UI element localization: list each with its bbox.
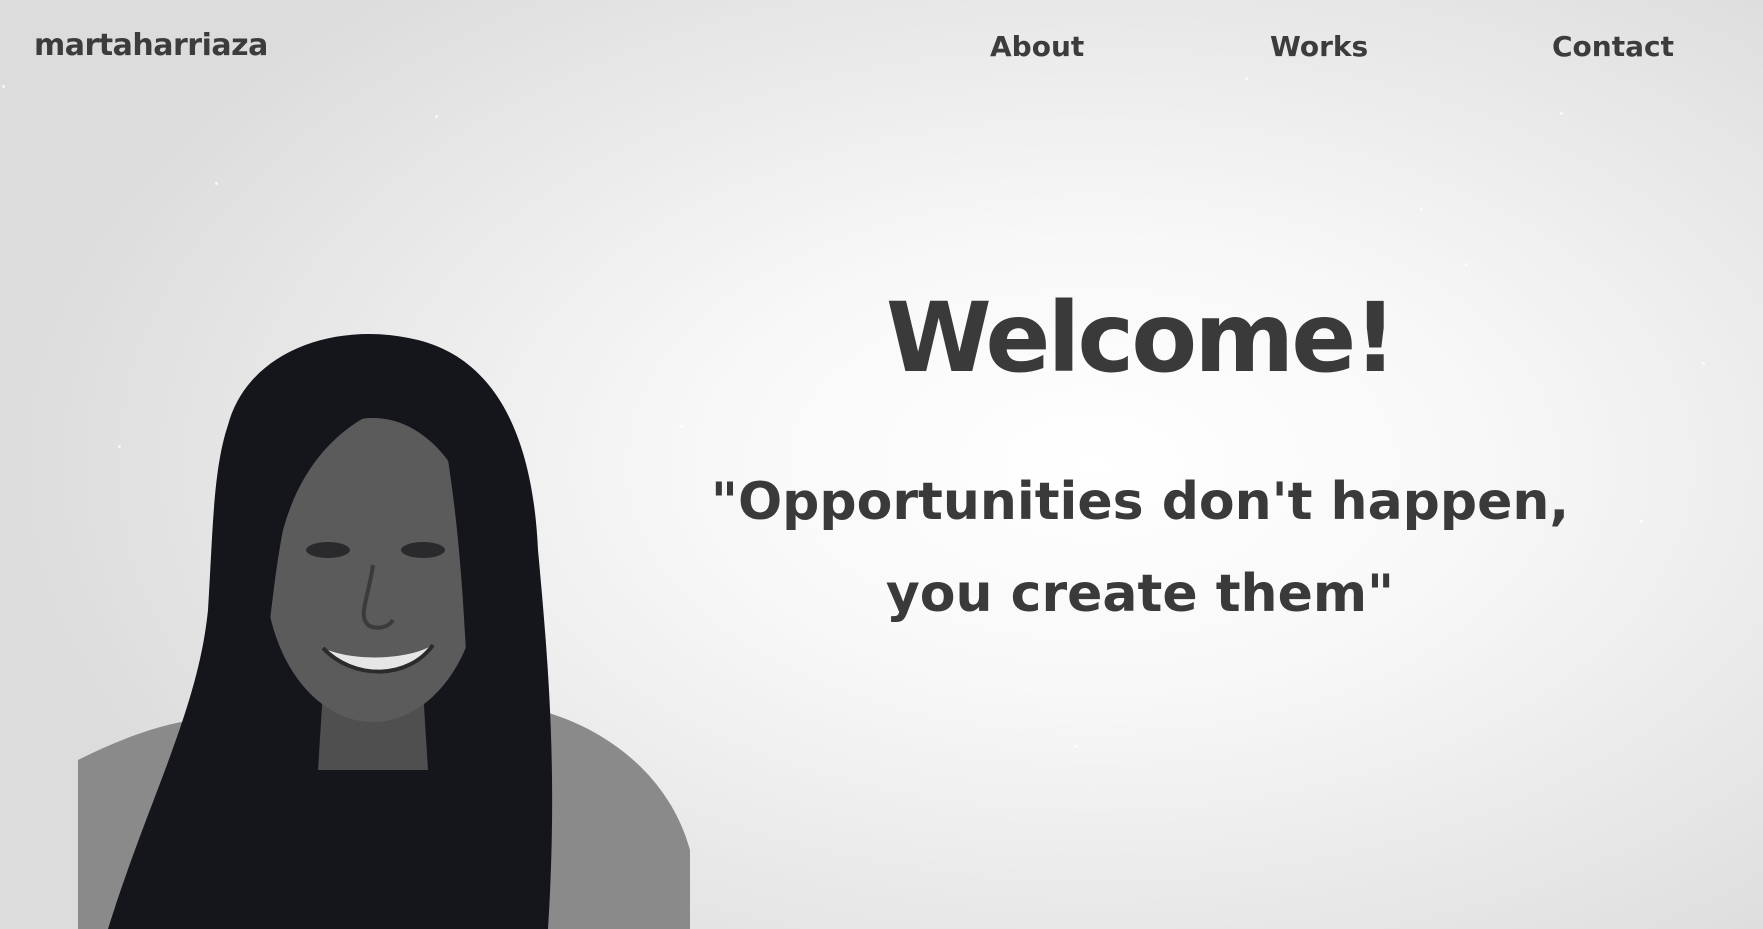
nav-contact[interactable]: Contact xyxy=(1552,30,1674,63)
nav-works[interactable]: Works xyxy=(1270,30,1368,63)
hero-quote: "Opportunities don't happen, you create … xyxy=(690,456,1590,640)
hero-quote-line-1: "Opportunities don't happen, xyxy=(710,472,1570,532)
hero-title: Welcome! xyxy=(885,282,1397,394)
profile-photo xyxy=(78,330,708,929)
top-navigation: martaharriaza About Works Contact xyxy=(0,0,1763,96)
brand-logo-link[interactable]: martaharriaza xyxy=(34,28,268,63)
hero-section: Welcome! "Opportunities don't happen, yo… xyxy=(690,290,1590,640)
nav-about[interactable]: About xyxy=(990,30,1084,63)
hero-quote-line-2: you create them" xyxy=(885,564,1395,624)
